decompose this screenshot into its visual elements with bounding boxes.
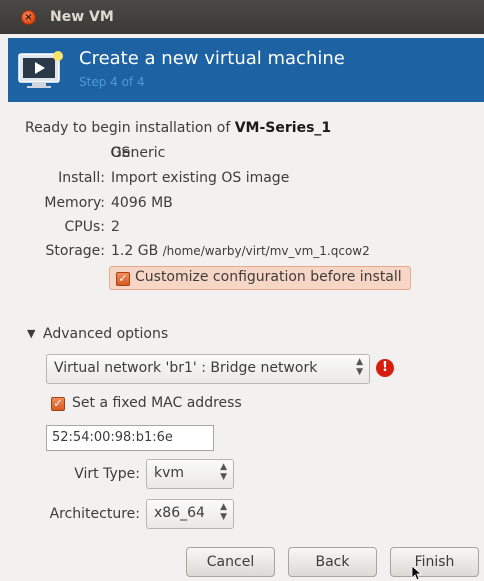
vm-name: VM-Series_1 bbox=[234, 120, 332, 136]
window-title: New VM bbox=[50, 9, 114, 25]
vm-monitor-icon bbox=[18, 51, 63, 88]
ready-text: Ready to begin installation of VM-Series… bbox=[25, 120, 331, 136]
fixed-mac-label[interactable]: Set a fixed MAC address bbox=[72, 395, 242, 411]
architecture-value: x86_64 bbox=[154, 505, 205, 521]
architecture-label: Architecture: bbox=[49, 506, 140, 522]
architecture-select[interactable]: x86_64 ▲ ▼ bbox=[146, 499, 234, 529]
fixed-mac-checkbox[interactable]: ✓ bbox=[51, 397, 65, 411]
wizard-title: Create a new virtual machine bbox=[79, 48, 345, 69]
ready-prefix: Ready to begin installation of bbox=[25, 120, 231, 136]
spin-arrows-icon: ▲ ▼ bbox=[220, 502, 227, 522]
network-select[interactable]: Virtual network 'br1' : Bridge network ▲… bbox=[46, 354, 370, 384]
storage-label: Storage: bbox=[45, 243, 106, 259]
expander-arrow-icon[interactable]: ▼ bbox=[27, 327, 35, 340]
install-label: Install: bbox=[58, 170, 105, 186]
title-bar: × New VM bbox=[0, 0, 484, 34]
warning-icon: ! bbox=[376, 359, 394, 377]
customize-checkbox[interactable]: ✓ bbox=[116, 272, 130, 286]
virt-type-value: kvm bbox=[154, 465, 185, 481]
finish-button[interactable]: Finish bbox=[390, 547, 479, 577]
cpus-label: CPUs: bbox=[64, 219, 105, 235]
virt-type-select[interactable]: kvm ▲ ▼ bbox=[146, 459, 234, 489]
advanced-options-expander[interactable]: Advanced options bbox=[43, 326, 168, 342]
mac-address-field[interactable]: 52:54:00:98:b1:6e bbox=[46, 425, 214, 451]
memory-value: 4096 MB bbox=[111, 195, 173, 211]
customize-label[interactable]: Customize configuration before install bbox=[135, 269, 402, 285]
storage-path: /home/warby/virt/mv_vm_1.qcow2 bbox=[162, 244, 370, 258]
mouse-cursor-icon bbox=[411, 566, 423, 581]
spin-arrows-icon: ▲ ▼ bbox=[356, 357, 363, 377]
wizard-step: Step 4 of 4 bbox=[79, 75, 145, 89]
storage-value: 1.2 GB /home/warby/virt/mv_vm_1.qcow2 bbox=[111, 243, 370, 259]
back-button[interactable]: Back bbox=[288, 547, 377, 577]
cancel-button[interactable]: Cancel bbox=[186, 547, 275, 577]
close-icon[interactable]: × bbox=[21, 10, 36, 25]
cpus-value: 2 bbox=[111, 219, 120, 235]
virt-type-label: Virt Type: bbox=[74, 466, 140, 482]
memory-label: Memory: bbox=[44, 195, 105, 211]
install-value: Import existing OS image bbox=[111, 170, 290, 186]
storage-size: 1.2 GB bbox=[111, 243, 159, 259]
wizard-header: Create a new virtual machine Step 4 of 4 bbox=[8, 38, 484, 102]
os-value: Generic bbox=[111, 145, 166, 161]
spin-arrows-icon: ▲ ▼ bbox=[220, 462, 227, 482]
network-select-value: Virtual network 'br1' : Bridge network bbox=[54, 360, 318, 376]
